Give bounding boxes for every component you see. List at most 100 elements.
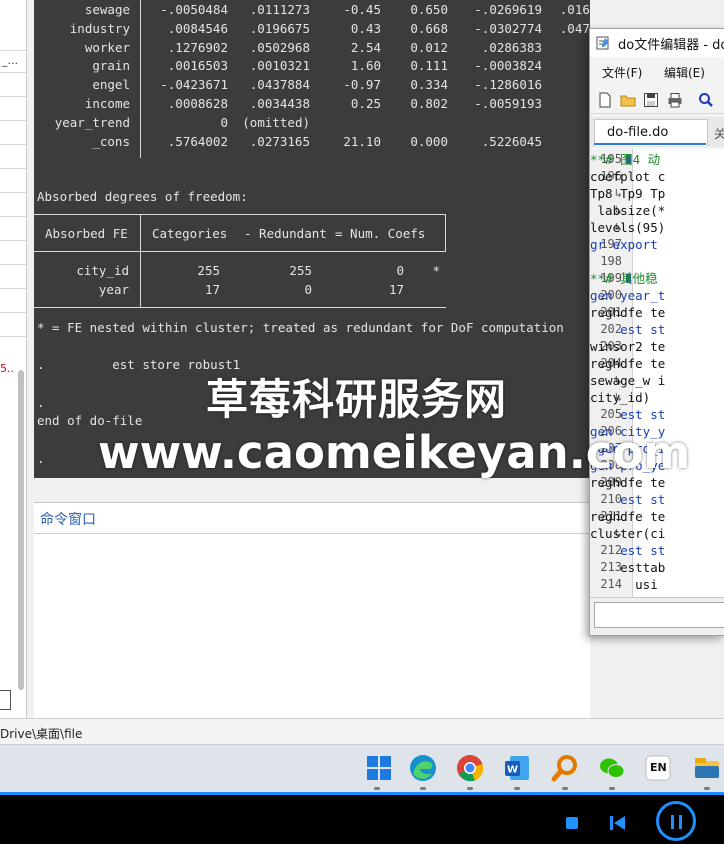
code-area[interactable]: 195 196 ↳ ↳ ↳ 197 198 199 200 201 202 203 204 ↳ ↳ 205 20…: [590, 149, 724, 597]
table-cell: 0.000: [410, 133, 448, 149]
search-app-icon[interactable]: [550, 753, 580, 783]
table-cell: .5764002: [167, 133, 228, 149]
chrome-icon[interactable]: [455, 753, 485, 783]
watermark-cn: 草莓科研服务网: [206, 375, 508, 424]
stop-button[interactable]: [566, 817, 578, 829]
fe-cell: 17: [388, 282, 404, 297]
wechat-icon[interactable]: [597, 753, 627, 783]
table-row-variable: income: [84, 96, 130, 111]
fe-header-categories: Categories: [152, 226, 228, 241]
divider: [0, 120, 26, 121]
command-window-title: 命令窗口: [40, 512, 96, 528]
running-indicator: [514, 787, 520, 790]
code-line: labsize(*: [590, 203, 666, 218]
divider: [0, 50, 26, 51]
divider: [0, 336, 26, 337]
truncated-red-text: 5..: [0, 362, 14, 375]
running-indicator: [374, 787, 380, 790]
footnote: * = FE nested within cluster; treated as…: [37, 320, 564, 335]
command-window[interactable]: 命令窗口: [34, 502, 590, 719]
table-cell: 0.43: [350, 20, 381, 36]
table-cell: 0.334: [410, 77, 448, 93]
table-cell: -.0050484: [160, 2, 228, 17]
code-line: cluster(ci: [590, 526, 666, 541]
code-line: reghdfe te: [590, 305, 666, 320]
code-line: esttab: [590, 560, 666, 575]
code-line: coefplot c: [590, 169, 666, 184]
editor-app-icon: [596, 35, 610, 50]
table-cell: 0.012: [410, 39, 448, 55]
print-icon[interactable]: [667, 92, 683, 108]
tab-close-label[interactable]: 关: [714, 125, 724, 142]
divider: [0, 264, 26, 265]
table-cell: 0.802: [410, 96, 448, 111]
new-file-icon[interactable]: [597, 92, 613, 108]
svg-text:W: W: [507, 765, 518, 776]
divider: [34, 533, 590, 534]
editor-input-box[interactable]: [594, 602, 724, 628]
results-splitter[interactable]: [34, 478, 590, 502]
open-folder-icon[interactable]: [620, 92, 636, 108]
code-line: reghdfe te: [590, 356, 666, 371]
table-cell: .0008628: [167, 96, 228, 111]
table-row-variable: engel: [92, 77, 130, 93]
fe-cell: 0: [396, 263, 404, 278]
code-line: est st: [590, 492, 666, 507]
scrollbar[interactable]: [18, 370, 24, 690]
code-line: Tp8 Tp9 Tp: [590, 186, 666, 201]
save-icon[interactable]: [643, 92, 659, 108]
windows-start-icon[interactable]: [364, 753, 394, 783]
editor-title: do文件编辑器 - do: [618, 38, 724, 53]
tab-do-file[interactable]: do-file.do: [594, 119, 708, 146]
table-cell: 2.54: [350, 39, 381, 55]
divider: [0, 288, 26, 289]
code-line: levels(95): [590, 220, 666, 235]
prompt-dot: .: [37, 395, 45, 410]
divider: [0, 168, 26, 169]
find-icon[interactable]: [698, 92, 714, 108]
code-line: est st: [590, 543, 666, 558]
prompt-dot: .: [37, 451, 45, 466]
table-cell: .0034438: [249, 96, 310, 111]
table-cell: -0.45: [343, 2, 381, 17]
absorbed-title: Absorbed degrees of freedom:: [37, 189, 248, 204]
word-icon[interactable]: W: [502, 753, 532, 783]
table-cell: 0.25: [350, 96, 381, 111]
menu-file[interactable]: 文件(F): [602, 64, 642, 81]
table-cell: -.1286016: [474, 77, 542, 93]
running-indicator: [467, 787, 473, 790]
table-row-variable: sewage: [84, 2, 130, 17]
table-cell: 1.60: [350, 58, 381, 74]
code-line: city_id): [590, 390, 658, 405]
edge-icon[interactable]: [408, 753, 438, 783]
code-line: winsor2 te: [590, 339, 666, 354]
table-cell: .0084546: [167, 20, 228, 36]
files-icon[interactable]: [692, 753, 722, 783]
running-indicator: [420, 787, 426, 790]
table-cell: -.0003824: [474, 58, 542, 74]
table-cell: -.0269619: [474, 2, 542, 17]
panel-input-box[interactable]: [0, 690, 11, 710]
table-cell: .0111273: [249, 2, 310, 17]
table-row-variable: industry: [69, 20, 130, 36]
code-line: **# 图4 动: [590, 152, 661, 167]
table-cell: .0196675: [249, 20, 310, 36]
table-cell: .5226045: [481, 133, 542, 149]
previous-button[interactable]: [608, 813, 628, 833]
truncated-label: _...: [2, 54, 18, 67]
working-directory: Drive\桌面\file: [0, 727, 83, 741]
pause-button[interactable]: [656, 801, 696, 841]
editor-title-bar[interactable]: do文件编辑器 - do: [590, 29, 724, 57]
code-line: est st: [590, 322, 666, 337]
divider: [0, 72, 26, 73]
progress-line: [0, 792, 724, 795]
menu-edit[interactable]: 编辑(E): [664, 64, 705, 81]
divider: [0, 216, 26, 217]
en-input-icon[interactable]: EN: [643, 753, 673, 783]
table-cell: (omitted): [242, 114, 310, 130]
table-row-variable: _cons: [92, 133, 130, 149]
code-line: est st: [590, 407, 666, 422]
table-cell: 21.10: [343, 133, 381, 149]
variables-panel: _... 5..: [0, 0, 27, 718]
table-cell: .0010321: [249, 58, 310, 74]
